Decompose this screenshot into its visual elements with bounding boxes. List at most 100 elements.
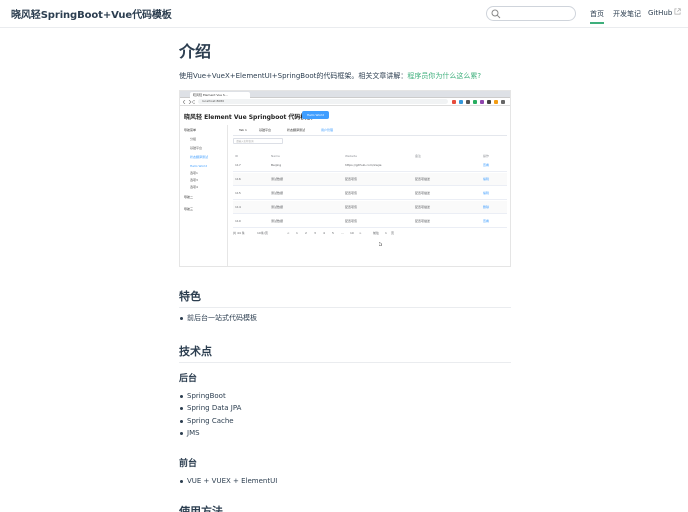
screenshot-pager-item: 10条/页 bbox=[257, 231, 268, 235]
screenshot-pager: 共 44 条 10条/页 <1 2 3 4 5... 10 > 前往 1 页 bbox=[233, 231, 507, 237]
screenshot-table-cell: https://github.com/xwjie bbox=[345, 163, 382, 167]
features-heading: 特色 bbox=[179, 288, 511, 308]
intro-paragraph: 使用Vue+VueX+ElementUI+SpringBoot的代码框架。相关文… bbox=[179, 71, 481, 81]
screenshot-pager-item: 4 bbox=[323, 231, 325, 235]
browser-extension-icon bbox=[494, 100, 498, 104]
usage-heading: 使用方法 bbox=[179, 503, 511, 512]
screenshot-table-cell: 编辑 bbox=[483, 177, 490, 181]
screenshot-table-cell: 配置项值 bbox=[345, 205, 358, 209]
browser-menu-icon bbox=[501, 100, 505, 104]
tech-heading: 技术点 bbox=[179, 343, 511, 363]
navbar: 晓风轻SpringBoot+Vue代码模板 首页 开发笔记 GitHub bbox=[0, 0, 688, 28]
screenshot-pager-item: ... bbox=[341, 231, 344, 235]
backend-list: SpringBoot Spring Data JPA Spring Cache … bbox=[179, 390, 241, 439]
screenshot-pager-item: 1 bbox=[385, 231, 387, 235]
search-icon bbox=[491, 9, 501, 19]
screenshot-sidebar-item: 导航三 bbox=[184, 207, 194, 211]
browser-extension-icon bbox=[466, 100, 470, 104]
screenshot-table-cell: 配置项描述 bbox=[415, 219, 431, 223]
features-list: 前后台一站式代码模板 bbox=[179, 312, 257, 324]
screenshot-table-cell: 116 bbox=[235, 177, 241, 181]
screenshot-table-cell: 测试数据 bbox=[271, 177, 284, 181]
screenshot-sidebar-item: 选项4 bbox=[190, 185, 198, 189]
list-item: JMS bbox=[179, 427, 241, 439]
list-item: VUE + VUEX + ElementUI bbox=[179, 475, 277, 487]
screenshot-table-cell: 测试数据 bbox=[271, 219, 284, 223]
screenshot-pager-item: 前往 bbox=[373, 231, 380, 235]
browser-extension-icon bbox=[459, 100, 463, 104]
screenshot-app-header: 晓风轻 Element Vue Springboot 代码模板 Hello Wo… bbox=[180, 107, 510, 125]
screenshot-table-cell: 编辑 bbox=[483, 191, 490, 195]
screenshot-tab: 基础平台 bbox=[259, 128, 272, 132]
screenshot-filter-input: 请输入名称查询 bbox=[233, 138, 283, 144]
screenshot-pager-item: < bbox=[287, 231, 290, 235]
screenshot-sidebar-item: 选项3 bbox=[190, 178, 198, 182]
demo-screenshot: 晓风轻 Element Vue S... localhost:8080 晓风轻 … bbox=[179, 90, 511, 267]
screenshot-tab-active: 用户管理 bbox=[321, 128, 334, 132]
screenshot-pager-item: 5 bbox=[332, 231, 334, 235]
screenshot-sidebar-item: 导航二 bbox=[184, 195, 194, 199]
screenshot-nav-arrows-icon bbox=[183, 100, 195, 104]
screenshot-sidebar: 导航菜单分组基础平台状态翻译测试 Hello World 选项1 选项3 选项4 导航二导… bbox=[180, 125, 228, 266]
search-box[interactable] bbox=[486, 6, 576, 21]
screenshot-main: Tab 1 基础平台 状态翻译测试 用户管理 请输入名称查询 ID Name Web… bbox=[229, 125, 510, 266]
page-title: 介绍 bbox=[179, 42, 212, 61]
screenshot-app-title: 晓风轻 Element Vue Springboot 代码模板 bbox=[184, 114, 313, 121]
screenshot-pager-item: 共 44 条 bbox=[233, 231, 245, 235]
screenshot-table-cell: Beijing bbox=[271, 163, 282, 167]
screenshot-sidebar-item: 分组 bbox=[190, 137, 197, 141]
nav-link-home[interactable]: 首页 bbox=[590, 9, 604, 24]
nav-link-github[interactable]: GitHub bbox=[648, 8, 681, 17]
screenshot-table-cell: 删除 bbox=[483, 205, 490, 209]
screenshot-sidebar-item: Hello World bbox=[190, 164, 208, 168]
screenshot-sidebar-item: 状态翻译测试 bbox=[190, 155, 209, 159]
intro-article-link[interactable]: 程序员你为什么这么累? bbox=[407, 72, 481, 80]
screenshot-table-cell: 查看 bbox=[483, 163, 490, 167]
screenshot-table-cell: 查看 bbox=[483, 219, 490, 223]
list-item: SpringBoot bbox=[179, 390, 241, 402]
screenshot-pager-item: 2 bbox=[305, 231, 307, 235]
screenshot-sidebar-item: 导航菜单 bbox=[184, 128, 197, 132]
site-name-link[interactable]: 晓风轻SpringBoot+Vue代码模板 bbox=[11, 6, 172, 21]
screenshot-sidebar-item: 基础平台 bbox=[190, 146, 203, 150]
search-input[interactable] bbox=[503, 8, 573, 20]
screenshot-pager-item: > bbox=[359, 231, 362, 235]
screenshot-table-header: Name bbox=[271, 154, 280, 158]
screenshot-url: localhost:8080 bbox=[198, 99, 448, 104]
frontend-list: VUE + VUEX + ElementUI bbox=[179, 475, 277, 487]
screenshot-pager-item: 3 bbox=[314, 231, 316, 235]
screenshot-table-cell: 117 bbox=[235, 163, 241, 167]
nav-link-github-label: GitHub bbox=[648, 9, 673, 17]
screenshot-tab: Tab 1 bbox=[239, 128, 247, 132]
screenshot-table-cell: 配置项描述 bbox=[415, 205, 431, 209]
screenshot-table-cell: 配置项值 bbox=[345, 191, 358, 195]
screenshot-table-cell: 测试数据 bbox=[271, 191, 284, 195]
screenshot-table-row: 117 Beijing https://github.com/xwjie 查看 bbox=[233, 159, 507, 172]
screenshot-table-cell: 配置项值 bbox=[345, 177, 358, 181]
screenshot-table-cell: 110 bbox=[235, 219, 241, 223]
screenshot-table-cell: 测试数据 bbox=[271, 205, 284, 209]
screenshot-table-cell: 115 bbox=[235, 191, 241, 195]
screenshot-tab-divider bbox=[233, 135, 507, 136]
screenshot-pager-item: 页 bbox=[391, 231, 395, 235]
list-item: Spring Data JPA bbox=[179, 402, 241, 414]
browser-extension-icon bbox=[480, 100, 484, 104]
screenshot-table-header: 备注 bbox=[415, 154, 422, 158]
screenshot-table-row: 115 测试数据 配置项值 配置项描述 编辑 bbox=[233, 187, 507, 200]
screenshot-table-row: 116 测试数据 配置项值 配置项描述 编辑 bbox=[233, 173, 507, 186]
screenshot-table-row: 110 测试数据 配置项值 配置项描述 查看 bbox=[233, 215, 507, 228]
external-link-icon bbox=[674, 8, 681, 15]
screenshot-table-row: 114 测试数据 配置项值 配置项描述 删除 bbox=[233, 201, 507, 214]
screenshot-sidebar-item: 选项1 bbox=[190, 171, 198, 175]
screenshot-hello-button: Hello World bbox=[302, 111, 329, 119]
screenshot-table-cell: 配置项描述 bbox=[415, 177, 431, 181]
screenshot-address-bar: localhost:8080 bbox=[180, 98, 510, 106]
nav-link-dev-notes[interactable]: 开发笔记 bbox=[613, 9, 641, 19]
intro-text: 使用Vue+VueX+ElementUI+SpringBoot的代码框架。相关文… bbox=[179, 72, 408, 80]
screenshot-table-header: 操作 bbox=[483, 154, 490, 158]
mouse-cursor-icon bbox=[379, 242, 382, 246]
list-item: Spring Cache bbox=[179, 415, 241, 427]
screenshot-browser-tabbar: 晓风轻 Element Vue S... bbox=[180, 91, 510, 98]
screenshot-pager-item: 10 bbox=[350, 231, 354, 235]
backend-heading: 后台 bbox=[179, 374, 198, 384]
